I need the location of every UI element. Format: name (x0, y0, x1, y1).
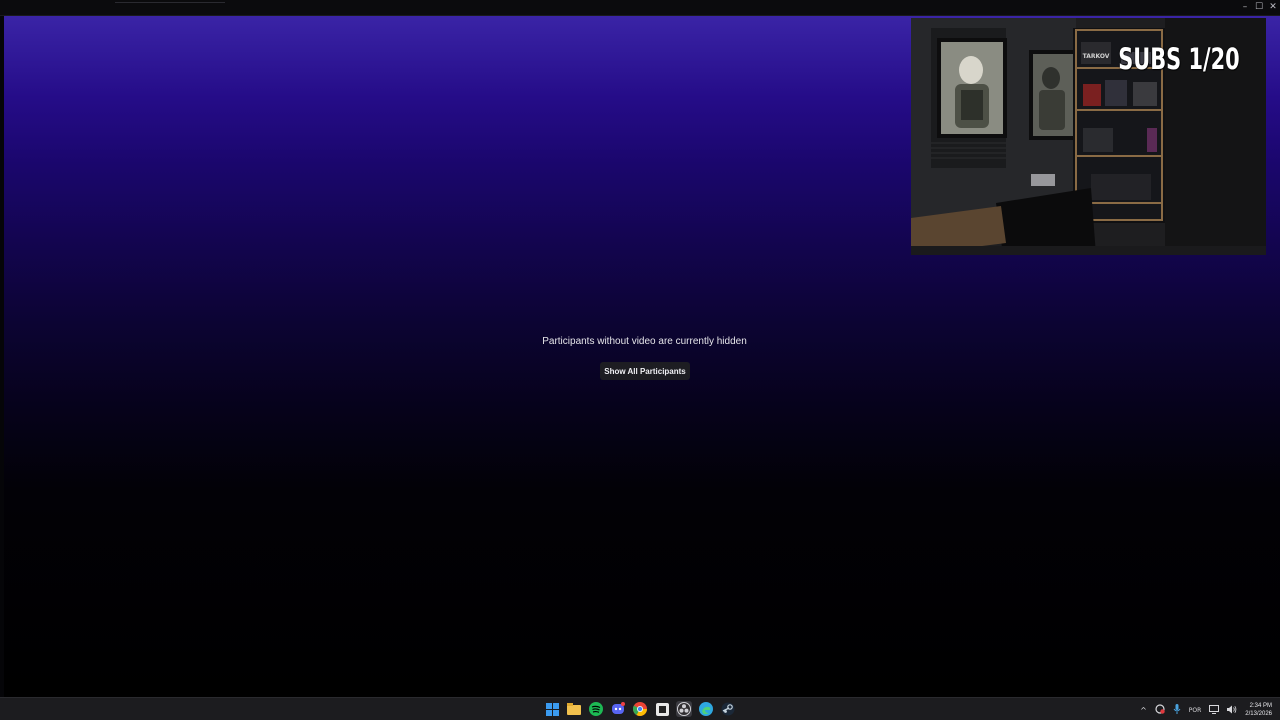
tray-overflow-chevron-icon[interactable]: ^ (1140, 706, 1147, 715)
steam-icon[interactable] (720, 701, 736, 717)
minimize-button[interactable]: – (1238, 0, 1252, 15)
close-button[interactable]: ✕ (1266, 0, 1280, 15)
volume-icon[interactable] (1227, 705, 1237, 716)
hidden-participants-message: Participants without video are currently… (542, 336, 747, 347)
taskbar-apps (544, 701, 736, 719)
webcam-overlay: TARKOV SUBS 1/20 (911, 18, 1266, 255)
network-icon[interactable] (1209, 704, 1220, 716)
chrome-icon[interactable] (632, 701, 648, 717)
system-tray: ^ POR 2:34 PM 2/13/2026 (1136, 701, 1280, 719)
shelf-box-label: TARKOV (1083, 53, 1110, 60)
obs-icon[interactable] (676, 701, 692, 717)
desktop-screen: – ☐ ✕ Participants without video are cur… (0, 0, 1280, 720)
taskbar-clock[interactable]: 2:34 PM 2/13/2026 (1245, 702, 1272, 718)
sync-icon[interactable] (1155, 704, 1165, 716)
spotify-icon[interactable] (588, 701, 604, 717)
clock-time: 2:34 PM (1249, 703, 1272, 709)
windows-start-icon[interactable] (544, 701, 560, 717)
app-icon[interactable] (654, 701, 670, 717)
taskbar: ^ POR 2:34 PM 2/13/2026 (0, 697, 1280, 720)
clock-date: 2/13/2026 (1245, 711, 1272, 717)
microphone-icon[interactable] (1173, 704, 1181, 716)
tab-indicator (115, 2, 225, 3)
window-controls: – ☐ ✕ (1238, 0, 1280, 15)
edge-icon[interactable] (698, 701, 714, 717)
window-titlebar[interactable]: – ☐ ✕ (0, 0, 1280, 16)
discord-icon[interactable] (610, 701, 626, 717)
keyboard-language[interactable]: POR (1189, 707, 1202, 714)
maximize-button[interactable]: ☐ (1252, 0, 1266, 15)
file-explorer-icon[interactable] (566, 701, 582, 717)
show-all-participants-button[interactable]: Show All Participants (600, 362, 690, 380)
subs-counter: SUBS 1/20 (1118, 42, 1240, 76)
